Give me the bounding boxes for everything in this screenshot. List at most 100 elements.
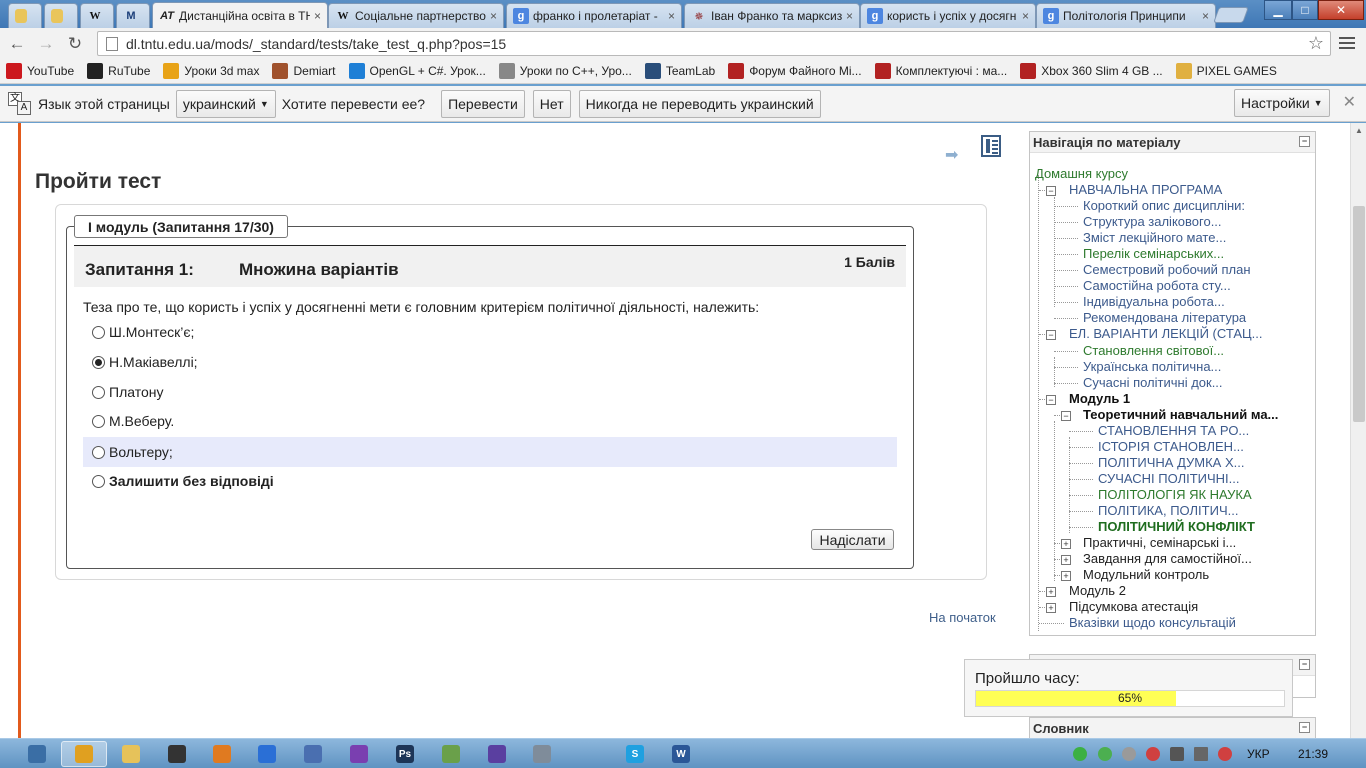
collapse-icon[interactable]: − bbox=[1299, 659, 1310, 670]
taskbar-clapperboard[interactable] bbox=[154, 741, 200, 767]
taskbar-folder[interactable] bbox=[108, 741, 154, 767]
bookmark-item[interactable]: Уроки 3d max bbox=[163, 62, 259, 79]
browser-tab[interactable]: g франко і пролетаріат - × bbox=[506, 3, 682, 28]
tree-expand-icon[interactable]: + bbox=[1046, 587, 1056, 598]
forward-button[interactable]: → bbox=[35, 33, 57, 55]
tab-close-icon[interactable]: × bbox=[1022, 9, 1029, 23]
nav-tree-item[interactable]: Перелік семінарських... bbox=[1083, 246, 1224, 261]
nav-tree-item[interactable]: Сучасні політичні док... bbox=[1083, 375, 1223, 390]
nav-tree-item[interactable]: Практичні, семінарські і... bbox=[1083, 535, 1236, 550]
taskbar-media[interactable] bbox=[199, 741, 245, 767]
nav-tree-item[interactable]: Семестровий робочий план bbox=[1083, 262, 1251, 277]
address-bar[interactable]: dl.tntu.edu.ua/mods/_standard/tests/take… bbox=[97, 31, 1331, 56]
browser-tab[interactable]: AT Дистанційна освіта в ТН × bbox=[152, 2, 328, 29]
nav-tree-item[interactable]: Становлення світової... bbox=[1083, 343, 1224, 358]
nav-tree-item[interactable]: Зміст лекційного мате... bbox=[1083, 230, 1226, 245]
answer-option[interactable]: М.Веберу. bbox=[83, 406, 897, 436]
taskbar-word[interactable]: W bbox=[658, 741, 704, 767]
page-scrollbar[interactable]: ▲ bbox=[1350, 123, 1366, 738]
nav-tree-item[interactable]: Структура залікового... bbox=[1083, 214, 1222, 229]
nav-tree-item[interactable]: Підсумкова атестація bbox=[1069, 599, 1198, 614]
scrollbar-thumb[interactable] bbox=[1353, 206, 1365, 422]
tree-expand-icon[interactable]: + bbox=[1061, 571, 1071, 582]
browser-tab[interactable]: W Соціальне партнерство × bbox=[328, 3, 504, 28]
volume-icon[interactable] bbox=[1122, 747, 1136, 761]
collapse-icon[interactable]: − bbox=[1299, 722, 1310, 733]
course-home-link[interactable]: Домашня курсу bbox=[1035, 166, 1128, 181]
nav-tree-item[interactable]: ПОЛІТИЧНИЙ КОНФЛІКТ bbox=[1098, 519, 1255, 534]
taskbar-visual-studio[interactable] bbox=[336, 741, 382, 767]
translate-button[interactable]: Перевести bbox=[441, 89, 525, 118]
network-alert-icon[interactable] bbox=[1146, 747, 1160, 761]
nav-tree-item[interactable]: Індивідуальна робота... bbox=[1083, 294, 1225, 309]
browser-tab[interactable]: M bbox=[116, 3, 150, 28]
bookmark-item[interactable]: RuTube bbox=[87, 62, 150, 79]
nav-tree-item[interactable]: СТАНОВЛЕННЯ ТА РО... bbox=[1098, 423, 1249, 438]
no-translate-button[interactable]: Нет bbox=[532, 89, 571, 118]
signal-icon[interactable] bbox=[1194, 747, 1208, 761]
answer-option[interactable]: Ш.Монтеск’є; bbox=[83, 317, 897, 347]
bookmark-item[interactable]: OpenGL + C#. Урок... bbox=[348, 62, 486, 79]
answer-option[interactable]: Залишити без відповіді bbox=[83, 466, 897, 496]
answer-option[interactable]: Вольтеру; bbox=[83, 437, 897, 467]
tree-expand-icon[interactable]: + bbox=[1046, 603, 1056, 614]
reload-button[interactable]: ↻ bbox=[64, 33, 86, 55]
nav-tree-item[interactable]: Самостійна робота сту... bbox=[1083, 278, 1231, 293]
nav-tree-item[interactable]: Завдання для самостійної... bbox=[1083, 551, 1252, 566]
taskbar-lightning[interactable] bbox=[244, 741, 290, 767]
system-clock[interactable]: 21:39 bbox=[1298, 747, 1328, 761]
nav-tree-item[interactable]: НАВЧАЛЬНА ПРОГРАМА bbox=[1069, 182, 1222, 197]
nav-tree-item[interactable]: ПОЛІТИЧНА ДУМКА Х... bbox=[1098, 455, 1244, 470]
to-top-link[interactable]: На початок bbox=[929, 610, 996, 625]
tree-collapse-icon[interactable]: − bbox=[1061, 410, 1071, 421]
new-tab-button[interactable] bbox=[1213, 7, 1249, 23]
nav-tree-item[interactable]: ЕЛ. ВАРІАНТИ ЛЕКЦІЙ (СТАЦ... bbox=[1069, 326, 1262, 341]
tab-close-icon[interactable]: × bbox=[314, 9, 321, 23]
answer-radio[interactable] bbox=[92, 325, 105, 339]
nav-tree-item[interactable]: Вказівки щодо консультацій bbox=[1069, 615, 1236, 630]
tray-app-icon[interactable] bbox=[1098, 747, 1112, 761]
nav-tree-item[interactable]: ПОЛІТИКА, ПОЛІТИЧ... bbox=[1098, 503, 1238, 518]
tab-close-icon[interactable]: × bbox=[668, 9, 675, 23]
keyboard-language[interactable]: УКР bbox=[1247, 747, 1270, 761]
nav-tree-item[interactable]: Теоретичний навчальний ма... bbox=[1083, 407, 1278, 422]
nav-tree-item[interactable]: Рекомендована література bbox=[1083, 310, 1246, 325]
browser-tab[interactable]: g Політологія Принципи × bbox=[1036, 3, 1216, 28]
nav-tree-item[interactable]: Українська політична... bbox=[1083, 359, 1221, 374]
answer-radio[interactable] bbox=[92, 355, 105, 369]
nav-tree-item[interactable]: Модуль 2 bbox=[1069, 583, 1126, 598]
language-select[interactable]: украинский ▼ bbox=[175, 89, 276, 118]
answer-radio[interactable] bbox=[92, 474, 105, 488]
taskbar-notepad[interactable] bbox=[428, 741, 474, 767]
tree-expand-icon[interactable]: + bbox=[1061, 539, 1071, 550]
toggle-sidebar-icon[interactable] bbox=[981, 135, 1001, 157]
taskbar-skype[interactable]: S bbox=[612, 741, 658, 767]
bookmark-item[interactable]: Форум Файного Мі... bbox=[728, 62, 862, 79]
never-translate-button[interactable]: Никогда не переводить украинский bbox=[578, 89, 821, 118]
nav-tree-item[interactable]: Модуль 1 bbox=[1069, 391, 1130, 406]
taskbar-photoshop[interactable]: Ps bbox=[382, 741, 428, 767]
tree-collapse-icon[interactable]: − bbox=[1046, 394, 1056, 405]
bookmark-item[interactable]: TeamLab bbox=[644, 62, 715, 79]
next-arrow-icon[interactable]: ➡ bbox=[945, 145, 958, 165]
scroll-up-icon[interactable]: ▲ bbox=[1355, 126, 1363, 135]
tree-expand-icon[interactable]: + bbox=[1061, 555, 1071, 566]
bookmark-item[interactable]: YouTube bbox=[6, 62, 74, 79]
browser-tab[interactable] bbox=[44, 3, 78, 28]
answer-radio[interactable] bbox=[92, 414, 105, 428]
tree-collapse-icon[interactable]: − bbox=[1046, 186, 1056, 196]
nav-tree-item[interactable]: ІСТОРІЯ СТАНОВЛЕН... bbox=[1098, 439, 1244, 454]
browser-tab[interactable] bbox=[8, 3, 42, 28]
bookmark-item[interactable]: PIXEL GAMES bbox=[1175, 62, 1277, 79]
translate-settings-button[interactable]: Настройки ▼ bbox=[1234, 89, 1330, 117]
bookmark-item[interactable]: Demiart bbox=[272, 62, 336, 79]
taskbar-calculator[interactable] bbox=[519, 741, 565, 767]
bookmark-item[interactable]: Xbox 360 Slim 4 GB ... bbox=[1020, 62, 1163, 79]
submit-button[interactable]: Надіслати bbox=[811, 529, 894, 550]
bookmark-star-icon[interactable]: ☆ bbox=[1308, 33, 1324, 54]
back-button[interactable]: ← bbox=[6, 33, 28, 55]
nav-tree-item[interactable]: Короткий опис дисципліни: bbox=[1083, 198, 1245, 213]
maximize-button[interactable]: □ bbox=[1292, 0, 1318, 20]
tray-warning-icon[interactable] bbox=[1218, 747, 1232, 761]
tab-close-icon[interactable]: × bbox=[1202, 9, 1209, 23]
